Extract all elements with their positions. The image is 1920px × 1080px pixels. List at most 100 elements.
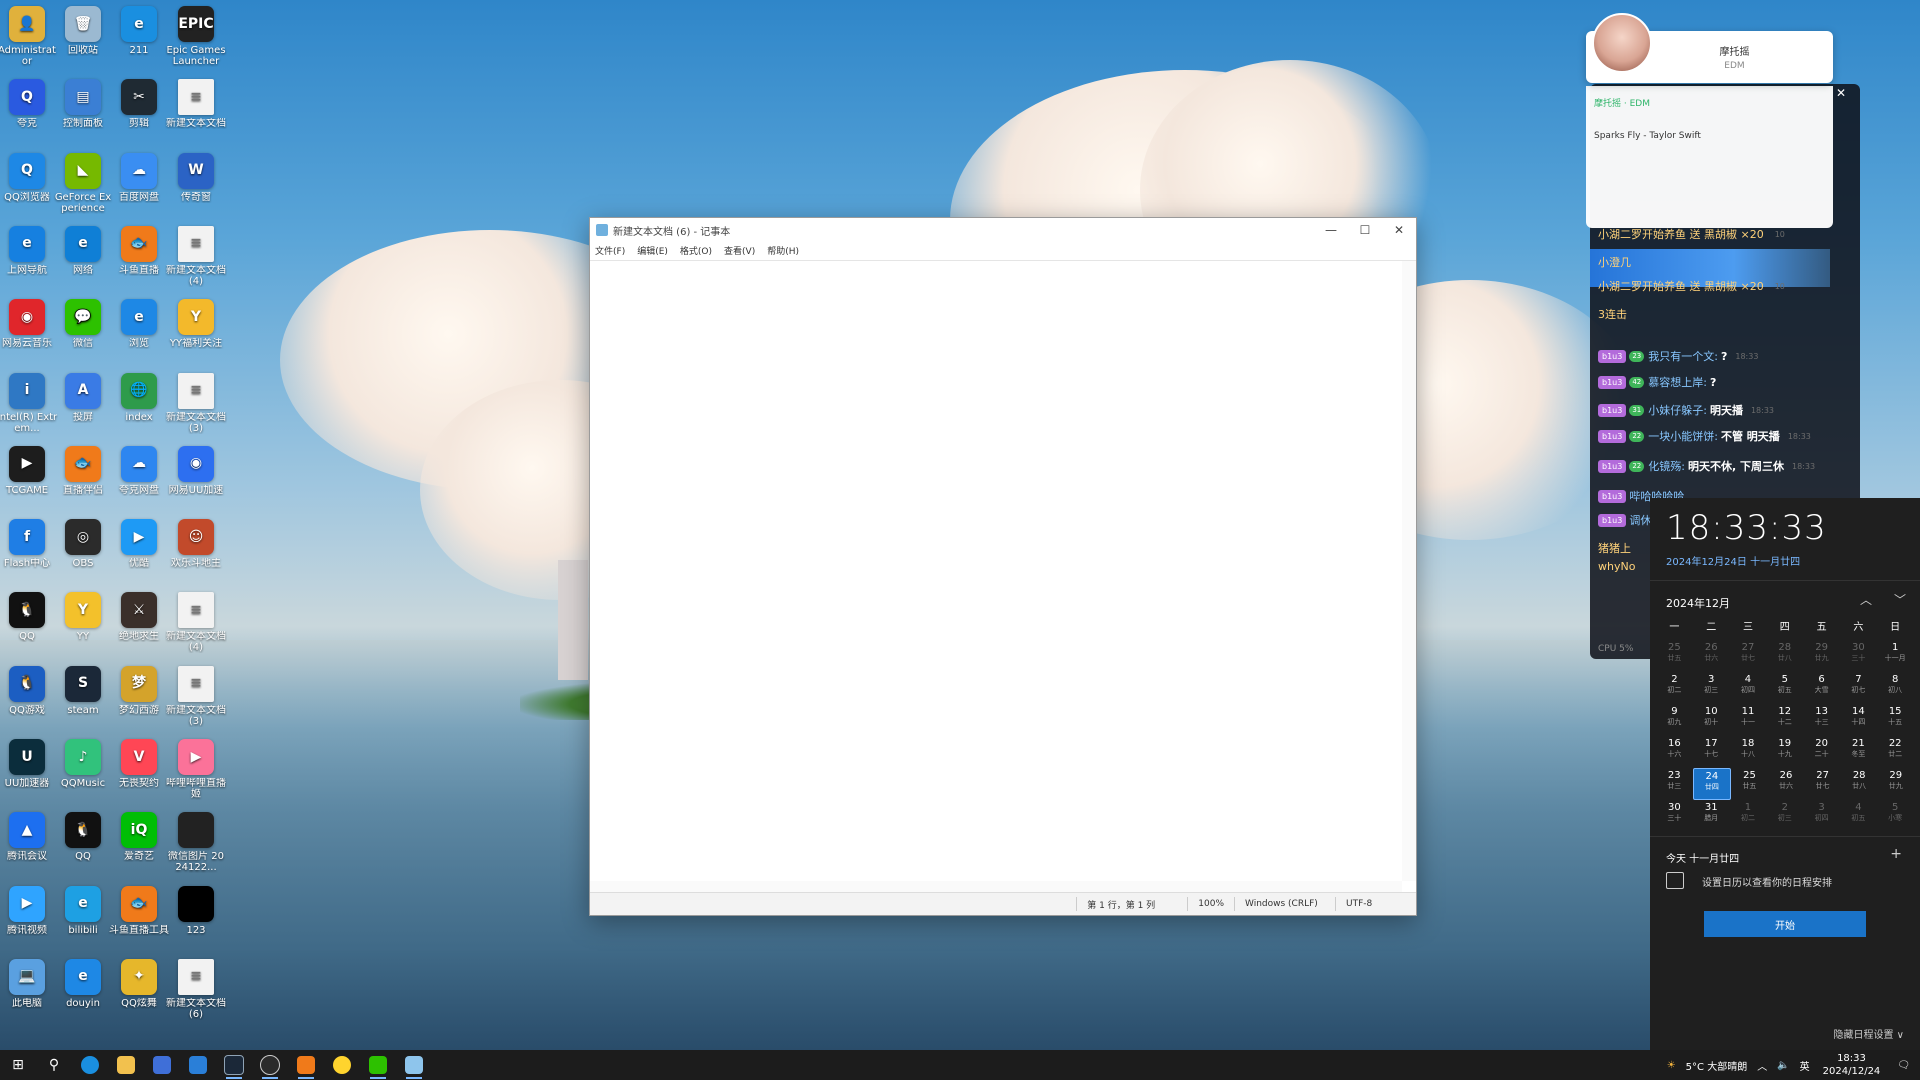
desktop-icon[interactable]: ✂ 剪辑 [108, 79, 170, 129]
desktop-icon[interactable]: ◉ 网易UU加速 [165, 445, 227, 496]
menu-edit[interactable]: 编辑(E) [637, 244, 668, 257]
desktop-icon[interactable]: ◎ OBS [52, 519, 114, 569]
desktop-icon[interactable]: Y YY福利关注 [165, 299, 227, 349]
notepad-window[interactable]: 新建文本文档 (6) - 记事本 — ☐ ✕ 文件(F) 编辑(E) 格式(O)… [589, 217, 1417, 916]
calendar-day[interactable]: 19 十九 [1766, 736, 1803, 768]
desktop-icon[interactable]: ◣ GeForce Experience [52, 152, 114, 214]
desktop-icon[interactable]: ≡ 新建文本文档 (3) [165, 372, 227, 434]
hide-agenda-link[interactable]: 隐藏日程设置 ∨ [1834, 1026, 1905, 1041]
calendar-day[interactable]: 25 廿五 [1731, 768, 1768, 800]
douyu-taskbar-icon[interactable] [288, 1050, 324, 1080]
desktop-icon[interactable]: 👤 Administrator [0, 6, 58, 67]
desktop-icon[interactable]: ▶ 哔哩哔哩直播姬 [165, 739, 227, 800]
desktop-icon[interactable]: 🌐 index [108, 372, 170, 423]
desktop-icon[interactable]: 🐧 QQ [0, 592, 58, 642]
input-language[interactable]: 英 [1800, 1058, 1810, 1073]
wechat-taskbar-icon[interactable] [360, 1050, 396, 1080]
add-event-icon[interactable]: + [1890, 846, 1902, 862]
calendar-day[interactable]: 4 初四 [1730, 672, 1767, 704]
desktop-icon[interactable]: f Flash中心 [0, 519, 58, 569]
desktop-icon[interactable]: 🐟 直播伴侣 [52, 445, 114, 496]
edge-icon[interactable] [72, 1050, 108, 1080]
desktop-icon[interactable]: ☺ 欢乐斗地主 [165, 519, 227, 569]
desktop-icon[interactable]: e douyin [52, 958, 114, 1009]
store-icon[interactable] [144, 1050, 180, 1080]
desktop-icon[interactable]: Y YY [52, 592, 114, 642]
calendar-day[interactable]: 22 廿二 [1877, 736, 1914, 768]
calendar-day[interactable]: 29 廿九 [1803, 640, 1840, 672]
calendar-day[interactable]: 21 冬至 [1840, 736, 1877, 768]
calendar-day[interactable]: 31 腊月 [1693, 800, 1730, 832]
calendar-day[interactable]: 10 初十 [1693, 704, 1730, 736]
desktop-icon[interactable]: ≡ 新建文本文档 (4) [165, 592, 227, 653]
desktop-icon[interactable]: 微信图片 2024122... [165, 812, 227, 873]
calendar-day[interactable]: 5 初五 [1766, 672, 1803, 704]
desktop-icon[interactable]: ▶ 优酷 [108, 519, 170, 569]
calendar-day[interactable]: 15 十五 [1877, 704, 1914, 736]
title-bar[interactable]: 新建文本文档 (6) - 记事本 — ☐ ✕ [590, 218, 1416, 242]
calendar-day[interactable]: 6 大雪 [1803, 672, 1840, 704]
calendar-day[interactable]: 11 十一 [1730, 704, 1767, 736]
calendar-day[interactable]: 26 廿六 [1768, 768, 1805, 800]
desktop-icon[interactable]: ⚔ 绝地求生 [108, 592, 170, 642]
calendar-day[interactable]: 2 初二 [1656, 672, 1693, 704]
desktop-icon[interactable]: ≡ 新建文本文档 (3) [165, 665, 227, 727]
desktop-icon[interactable]: 123 [165, 885, 227, 936]
desktop-icon[interactable]: e 211 [108, 6, 170, 56]
desktop-icon[interactable]: ≡ 新建文本文档 [165, 79, 227, 129]
desktop-icon[interactable]: ▲ 腾讯会议 [0, 812, 58, 862]
desktop-icon[interactable]: e bilibili [52, 885, 114, 936]
calendar-day[interactable]: 4 初五 [1840, 800, 1877, 832]
calendar-day[interactable]: 27 廿七 [1730, 640, 1767, 672]
desktop-icon[interactable]: ▶ 腾讯视频 [0, 885, 58, 936]
desktop-icon[interactable]: ▶ TCGAME [0, 445, 58, 496]
desktop-icon[interactable]: 梦梦幻西游 [108, 665, 170, 716]
desktop-icon[interactable]: EPIC Epic Games Launcher [165, 6, 227, 67]
calendar-day[interactable]: 5 小寒 [1877, 800, 1914, 832]
desktop-icon[interactable]: ◉ 网易云音乐 [0, 299, 58, 349]
close-icon[interactable]: ✕ [1836, 86, 1846, 100]
calendar-day[interactable]: 12 十二 [1766, 704, 1803, 736]
calendar-day[interactable]: 28 廿八 [1766, 640, 1803, 672]
calendar-day[interactable]: 23 廿三 [1656, 768, 1693, 800]
menu-file[interactable]: 文件(F) [595, 244, 625, 257]
calendar-day[interactable]: 29 廿九 [1877, 768, 1914, 800]
calendar-day[interactable]: 26 廿六 [1693, 640, 1730, 672]
calendar-day[interactable]: 3 初四 [1803, 800, 1840, 832]
desktop-icon[interactable]: 💬 微信 [52, 299, 114, 349]
taskbar-clock[interactable]: 18:33 2024/12/24 [1823, 1052, 1881, 1078]
desktop-icon[interactable]: e 网络 [52, 225, 114, 276]
desktop-icon[interactable]: 🐧 QQ [52, 812, 114, 862]
mail-icon[interactable] [180, 1050, 216, 1080]
weather-icon[interactable]: ☀ [1667, 1060, 1676, 1071]
calendar-day[interactable]: 20 二十 [1803, 736, 1840, 768]
calendar-day[interactable]: 7 初七 [1840, 672, 1877, 704]
calendar-day[interactable]: 1 初二 [1730, 800, 1767, 832]
search-icon[interactable]: ⚲ [36, 1050, 72, 1080]
weather-text[interactable]: 5°C 大部晴朗 [1686, 1058, 1748, 1073]
calendar-day[interactable]: 3 初三 [1693, 672, 1730, 704]
desktop-icon[interactable]: ☁ 夸克网盘 [108, 445, 170, 496]
calendar-day[interactable]: 17 十七 [1693, 736, 1730, 768]
calendar-day[interactable]: 18 十八 [1730, 736, 1767, 768]
desktop-icon[interactable]: ✦ QQ炫舞 [108, 958, 170, 1009]
desktop-icon[interactable]: 🗑 回收站 [52, 6, 114, 56]
desktop-icon[interactable]: 🐟 斗鱼直播 [108, 225, 170, 276]
calendar-day[interactable]: 14 十四 [1840, 704, 1877, 736]
obs-taskbar-icon[interactable] [252, 1050, 288, 1080]
full-date[interactable]: 2024年12月24日 十一月廿四 [1666, 553, 1800, 568]
close-button[interactable]: ✕ [1382, 218, 1416, 242]
minimize-button[interactable]: — [1314, 218, 1348, 242]
desktop-icon[interactable]: A 投屏 [52, 372, 114, 423]
menu-format[interactable]: 格式(O) [680, 244, 712, 257]
qqmusic-taskbar-icon[interactable] [324, 1050, 360, 1080]
desktop-icon[interactable]: ♪ QQMusic [52, 739, 114, 789]
calendar-day[interactable]: 13 十三 [1803, 704, 1840, 736]
chevron-down-icon[interactable]: ﹀ [1894, 591, 1906, 608]
calendar-day[interactable]: 28 廿八 [1841, 768, 1878, 800]
menu-view[interactable]: 查看(V) [724, 244, 755, 257]
desktop-icon[interactable]: U UU加速器 [0, 739, 58, 789]
calendar-day[interactable]: 1 十一月 [1877, 640, 1914, 672]
desktop-icon[interactable]: i Intel(R) Extrem... [0, 372, 58, 434]
desktop-icon[interactable]: Q QQ浏览器 [0, 152, 58, 203]
